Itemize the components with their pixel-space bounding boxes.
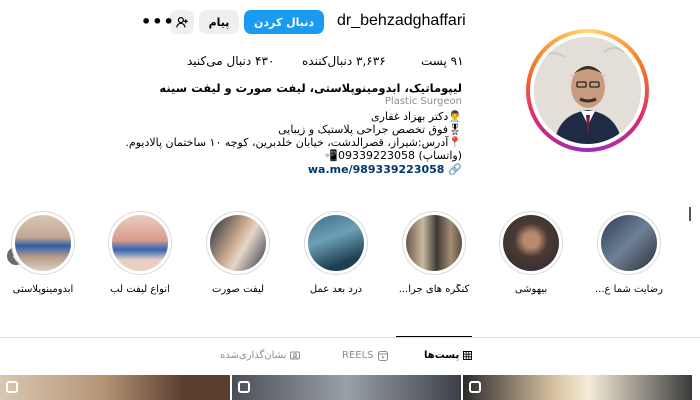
profile-username: dr_behzadghaffari	[337, 12, 466, 29]
highlight-item[interactable]	[11, 211, 75, 275]
bio-line: 📍آدرس:شیراز، قصرالدشت، خیابان خلدبرین، ک…	[125, 136, 462, 149]
highlight-item[interactable]	[304, 211, 368, 275]
highlight-item[interactable]	[499, 211, 563, 275]
tab-reels[interactable]: REELS	[342, 350, 388, 361]
highlight-label[interactable]: رضایت شما ع...	[584, 284, 674, 295]
tabs-divider	[0, 337, 700, 338]
bio-category: Plastic Surgeon	[384, 96, 462, 107]
post-thumbnail[interactable]	[463, 375, 692, 400]
bio-link[interactable]: wa.me/989339223058 🔗	[308, 163, 462, 176]
highlight-label[interactable]: انواع لیفت لب	[95, 284, 185, 295]
highlight-label[interactable]: کنگره های جرا...	[389, 284, 479, 295]
message-button[interactable]: پیام	[199, 10, 239, 34]
highlight-item[interactable]	[402, 211, 466, 275]
bio-line: 🎖فوق تخصص جراحی پلاستیک و زیبایی	[278, 123, 462, 136]
reel-post-icon	[6, 381, 18, 393]
post-thumbnail[interactable]	[232, 375, 461, 400]
avatar-gap	[530, 33, 645, 148]
posts-count: ۹۱ پست	[421, 54, 464, 68]
highlight-item[interactable]	[597, 211, 661, 275]
highlight-label[interactable]: بیهوشی	[486, 284, 576, 295]
tab-tagged-label: نشان‌گذاری‌شده	[220, 350, 287, 361]
highlight-label[interactable]: لیفت صورت	[193, 284, 283, 295]
following-count[interactable]: ۴۳۰ دنبال می‌کنید	[187, 54, 274, 68]
grid-icon	[463, 351, 473, 360]
active-tab-indicator	[396, 336, 472, 337]
more-options-icon[interactable]: •••	[141, 12, 175, 31]
highlight-label[interactable]: ابدومینوپلاستی	[0, 284, 88, 295]
followers-count[interactable]: ۳,۶۳۶ دنبال‌کننده	[302, 54, 386, 68]
post-thumbnail[interactable]	[0, 375, 230, 400]
multi-post-icon	[469, 381, 481, 393]
multi-post-icon	[238, 381, 250, 393]
highlight-label[interactable]: درد بعد عمل	[291, 284, 381, 295]
follow-button[interactable]: دنبال کردن	[244, 10, 324, 34]
bio-phone: 📲09339223058 (واتساپ)	[324, 149, 462, 162]
tab-posts-label: پست‌ها	[424, 350, 460, 361]
bio-line: 👨‍⚕️دکتر بهزاد غفاری	[371, 110, 462, 123]
link-icon: 🔗	[448, 163, 462, 176]
avatar-photo	[534, 37, 641, 144]
tagged-icon	[290, 351, 301, 359]
bio-link-text[interactable]: wa.me/989339223058	[308, 163, 445, 176]
highlight-item[interactable]	[108, 211, 172, 275]
tab-tagged[interactable]: نشان‌گذاری‌شده	[220, 350, 301, 361]
add-user-icon	[175, 16, 188, 27]
profile-avatar[interactable]	[526, 29, 649, 152]
tab-reels-label: REELS	[342, 350, 374, 361]
bio-full-name: لیپوماتیک، ابدومینوپلاستی، لیفت صورت و ل…	[159, 81, 462, 95]
reels-icon	[377, 350, 388, 361]
highlight-item[interactable]	[206, 211, 270, 275]
tab-posts[interactable]: پست‌ها	[424, 350, 473, 361]
scrollbar-thumb[interactable]	[689, 207, 691, 221]
